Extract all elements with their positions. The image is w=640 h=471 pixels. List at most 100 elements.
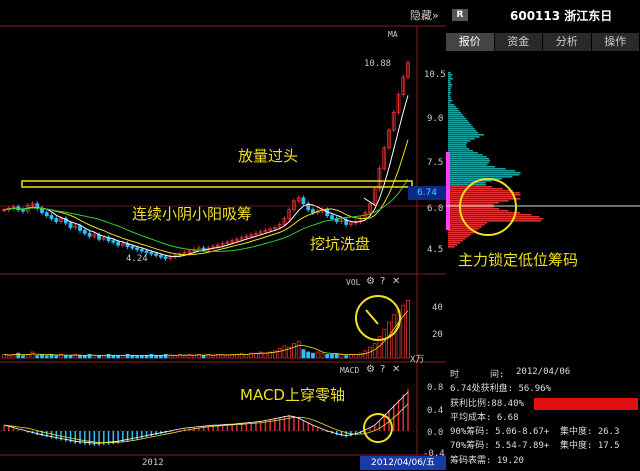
info-time-value: 2012/04/06	[516, 367, 570, 377]
tab-funds[interactable]: 资金	[495, 33, 544, 51]
chip-bar	[448, 122, 470, 124]
high-price-label: 10.88	[364, 59, 391, 69]
macd-tick-2: 0.4	[427, 406, 443, 416]
vol-label: VOL	[346, 278, 360, 287]
volume-bar	[174, 356, 177, 358]
annot-volume-overshoot: 放量过头	[238, 145, 298, 166]
volume-bar	[79, 356, 82, 358]
chip-bar	[448, 168, 506, 170]
tab-analysis[interactable]: 分析	[543, 33, 592, 51]
volume-bar	[169, 356, 172, 358]
candle-body	[88, 233, 91, 236]
chip-bar	[448, 198, 520, 200]
chip-bar	[448, 150, 473, 152]
tab-quote[interactable]: 报价	[446, 33, 495, 51]
volume-bar	[307, 352, 310, 358]
volume-bar	[330, 354, 333, 358]
kline-chart-area[interactable]: MA 10.88 4.24 10.5 9.0 7.5 6.0 4.5 6.74 …	[0, 0, 446, 471]
chip-bar	[448, 128, 475, 130]
chip-bar	[448, 226, 482, 228]
info-avg-cost: 平均成本: 6.68	[450, 410, 519, 423]
help-icon-2[interactable]: ?	[380, 364, 385, 375]
stock-header: R 600113 浙江东日	[446, 0, 640, 32]
hide-panel-button[interactable]: 隐藏»	[410, 7, 439, 23]
chip-bar	[448, 166, 495, 168]
chip-range-bar	[446, 152, 450, 230]
volume-bar	[292, 344, 295, 358]
chip-bar	[448, 124, 471, 126]
chip-bar	[448, 116, 465, 118]
chip-bar	[448, 130, 476, 132]
volume-bar	[402, 305, 405, 358]
chip-bar	[448, 232, 474, 234]
volume-bar	[212, 356, 215, 358]
candle-body	[150, 252, 153, 253]
chip-bar	[448, 132, 478, 134]
volume-bar	[98, 356, 101, 358]
chip-bar	[448, 180, 492, 182]
volume-bar	[150, 354, 153, 358]
y-tick-5: 4.5	[427, 245, 443, 255]
chip-bar	[448, 134, 484, 136]
vol-unit: X万	[410, 352, 424, 365]
volume-bar	[102, 356, 105, 358]
resistance-box	[22, 181, 412, 187]
chip-bar	[448, 182, 486, 184]
chip-bar	[448, 88, 451, 90]
volume-bar	[340, 354, 343, 358]
volume-bar	[326, 354, 329, 358]
chip-bar	[448, 154, 483, 156]
volume-bar	[283, 346, 286, 358]
tab-operation[interactable]: 操作	[592, 33, 640, 51]
info-chip90: 90%筹码: 5.06-8.67+	[450, 424, 549, 437]
candle-body	[131, 247, 134, 248]
chip-bar	[448, 242, 460, 244]
chip-bar	[448, 174, 520, 176]
volume-bar	[297, 341, 300, 358]
settings-icon-2[interactable]: ⚙	[366, 364, 375, 375]
macd-label: MACD	[340, 366, 359, 375]
chip-bar	[448, 240, 463, 242]
volume-bar	[93, 356, 96, 358]
volume-bar	[55, 356, 58, 358]
candle-body	[79, 226, 82, 230]
chip-bar	[448, 118, 466, 120]
volume-bar	[41, 354, 44, 358]
volume-bar	[112, 356, 115, 358]
chip-bar	[448, 94, 450, 96]
volume-bar	[159, 356, 162, 358]
candle-body	[202, 248, 205, 249]
vol-ma-line	[4, 311, 408, 356]
chip-bar	[448, 120, 468, 122]
volume-bar	[316, 352, 319, 358]
info-conc90: 集中度: 26.3	[560, 424, 620, 437]
info-profit-ratio: 获利比例:88.40%	[450, 396, 524, 409]
chip-bar	[448, 108, 458, 110]
volume-bar	[64, 356, 67, 358]
volume-bar	[22, 356, 25, 358]
volume-bar	[17, 353, 20, 358]
y-tick-3: 7.5	[427, 158, 443, 168]
chip-bar	[448, 200, 509, 202]
kline-svg[interactable]	[0, 0, 446, 471]
volume-bar	[407, 300, 410, 358]
chip-bar	[448, 72, 451, 74]
info-profit-line: 6.74处获利盘: 56.96%	[450, 381, 551, 394]
volume-bar	[278, 348, 281, 358]
chip-bar	[448, 234, 471, 236]
chip-bar	[448, 76, 451, 78]
candle-body	[69, 223, 72, 227]
chip-bar	[448, 140, 470, 142]
chip-bar	[448, 84, 452, 86]
chip-bar	[448, 90, 450, 92]
help-icon[interactable]: ?	[380, 276, 385, 287]
close-icon[interactable]: ✕	[392, 276, 400, 287]
settings-icon[interactable]: ⚙	[366, 276, 375, 287]
chip-bar	[448, 80, 450, 82]
macd-highlight-circle	[364, 414, 392, 442]
volume-bar	[117, 356, 120, 358]
chip-bar	[448, 228, 479, 230]
close-icon-2[interactable]: ✕	[392, 364, 400, 375]
macd-tick-3: 0.0	[427, 428, 443, 438]
right-panel: R 600113 浙江东日 报价 资金 分析 操作 主力锁定低位筹码 时 间: …	[446, 0, 640, 471]
